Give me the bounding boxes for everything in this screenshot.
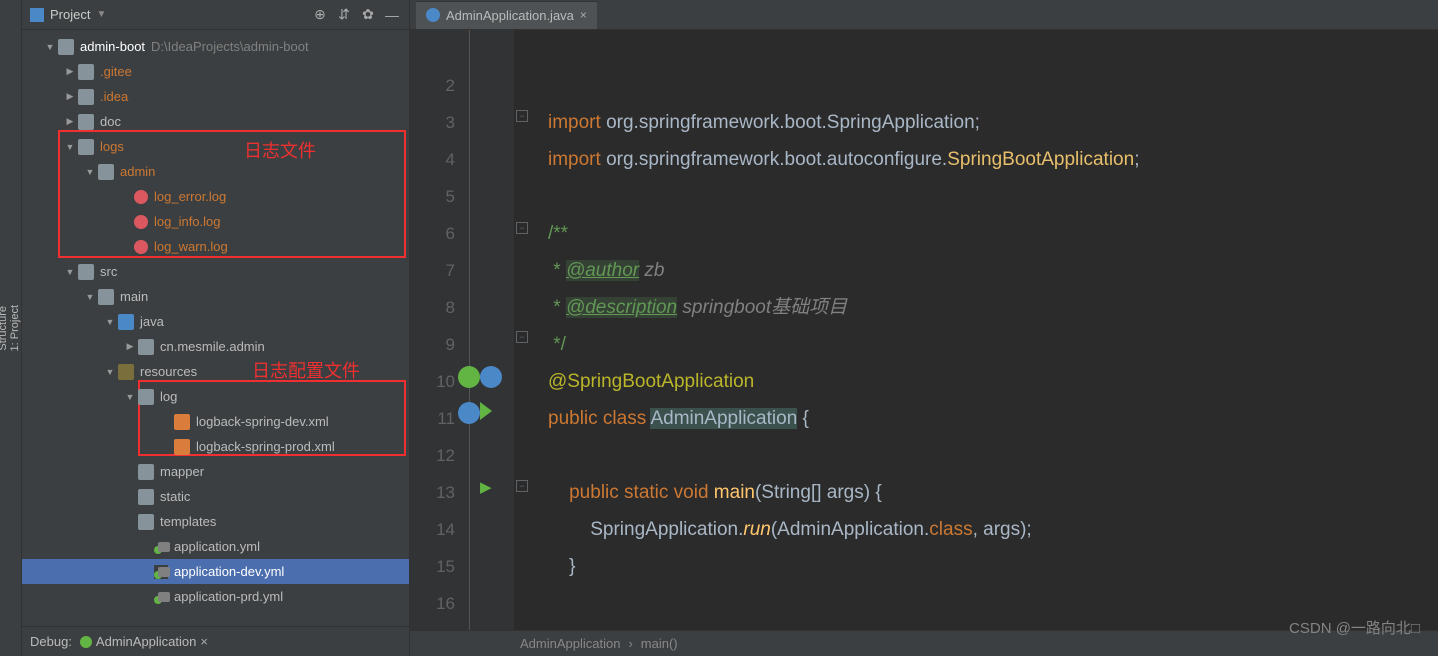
run-config-icon: [80, 636, 92, 648]
folder-icon: [78, 139, 94, 155]
tree-log-info[interactable]: log_info.log: [22, 209, 409, 234]
yml-file-icon: [154, 590, 168, 604]
breadcrumb-bar[interactable]: AdminApplication › main(): [410, 630, 1438, 656]
tree-mapper[interactable]: mapper: [22, 459, 409, 484]
folder-icon: [98, 164, 114, 180]
package-icon: [138, 339, 154, 355]
resources-folder-icon: [118, 364, 134, 380]
locate-icon[interactable]: ⊕: [311, 6, 329, 24]
tree-log-folder[interactable]: log: [22, 384, 409, 409]
tree-admin[interactable]: admin: [22, 159, 409, 184]
watermark: CSDN @一路向北□: [1289, 617, 1420, 638]
line-number-gutter[interactable]: 2345678910111213141516: [410, 30, 470, 630]
hide-icon[interactable]: —: [383, 6, 401, 24]
collapse-icon[interactable]: ⇵: [335, 6, 353, 24]
log-file-icon: [134, 215, 148, 229]
tool-window-rail[interactable]: 1: Project Structure: [0, 0, 22, 656]
tree-doc[interactable]: doc: [22, 109, 409, 134]
debug-run-tab[interactable]: AdminApplication ×: [80, 634, 208, 649]
project-header: Project ▼ ⊕ ⇵ ✿ —: [22, 0, 409, 30]
tree-idea[interactable]: .idea: [22, 84, 409, 109]
tree-app-prd[interactable]: application-prd.yml: [22, 584, 409, 609]
tree-log-error[interactable]: log_error.log: [22, 184, 409, 209]
editor-tabs: AdminApplication.java ×: [410, 0, 1438, 30]
editor-tab-active[interactable]: AdminApplication.java ×: [416, 1, 597, 29]
module-icon: [58, 39, 74, 55]
close-tab-icon[interactable]: ×: [580, 8, 587, 22]
tree-gitee[interactable]: .gitee: [22, 59, 409, 84]
tree-src[interactable]: src: [22, 259, 409, 284]
fold-marker[interactable]: −: [516, 331, 528, 343]
tree-log-warn[interactable]: log_warn.log: [22, 234, 409, 259]
tree-package[interactable]: cn.mesmile.admin: [22, 334, 409, 359]
tree-logs[interactable]: logs: [22, 134, 409, 159]
folder-icon: [138, 514, 154, 530]
debug-label: Debug:: [30, 634, 72, 649]
tree-app-yml[interactable]: application.yml: [22, 534, 409, 559]
yml-file-icon: [154, 540, 168, 554]
xml-file-icon: [174, 439, 190, 455]
tree-resources[interactable]: resources: [22, 359, 409, 384]
folder-icon: [138, 464, 154, 480]
run-icons[interactable]: [458, 402, 492, 424]
spring-icons[interactable]: [458, 366, 502, 388]
tree-app-dev[interactable]: application-dev.yml: [22, 559, 409, 584]
source-folder-icon: [118, 314, 134, 330]
rail-structure[interactable]: Structure: [0, 306, 9, 351]
fold-marker[interactable]: −: [516, 110, 528, 122]
breadcrumb-class[interactable]: AdminApplication: [520, 636, 620, 651]
breadcrumb-method[interactable]: main(): [641, 636, 678, 651]
fold-marker[interactable]: −: [516, 480, 528, 492]
folder-icon: [98, 289, 114, 305]
debug-bar: Debug: AdminApplication ×: [22, 626, 409, 656]
close-icon[interactable]: ×: [200, 634, 208, 649]
project-tool-window: Project ▼ ⊕ ⇵ ✿ — 日志文件 日志配置文件 admin-boot…: [22, 0, 410, 656]
breadcrumb-sep: ›: [628, 636, 632, 651]
folder-icon: [78, 89, 94, 105]
tree-root[interactable]: admin-bootD:\IdeaProjects\admin-boot: [22, 34, 409, 59]
editor-area: AdminApplication.java × 2345678910111213…: [410, 0, 1438, 656]
java-class-icon: [426, 8, 440, 22]
folder-icon: [138, 389, 154, 405]
folder-icon: [138, 489, 154, 505]
tree-templates[interactable]: templates: [22, 509, 409, 534]
tree-logback-prod[interactable]: logback-spring-prod.xml: [22, 434, 409, 459]
tree-main[interactable]: main: [22, 284, 409, 309]
xml-file-icon: [174, 414, 190, 430]
folder-icon: [78, 114, 94, 130]
gear-icon[interactable]: ✿: [359, 6, 377, 24]
log-file-icon: [134, 240, 148, 254]
project-tree[interactable]: 日志文件 日志配置文件 admin-bootD:\IdeaProjects\ad…: [22, 30, 409, 626]
run-line-icon[interactable]: ▶: [480, 478, 492, 496]
folder-icon: [78, 64, 94, 80]
yml-file-icon: [154, 565, 168, 579]
code-content[interactable]: import org.springframework.boot.SpringAp…: [532, 30, 1438, 630]
project-icon: [30, 8, 44, 22]
gutter-icons: ▶: [470, 30, 514, 630]
log-file-icon: [134, 190, 148, 204]
fold-marker[interactable]: −: [516, 222, 528, 234]
tree-logback-dev[interactable]: logback-spring-dev.xml: [22, 409, 409, 434]
fold-column[interactable]: − − − −: [514, 30, 532, 630]
dropdown-icon[interactable]: ▼: [96, 9, 106, 20]
code-editor[interactable]: 2345678910111213141516 ▶ − − − − import …: [410, 30, 1438, 630]
folder-icon: [78, 264, 94, 280]
tree-static[interactable]: static: [22, 484, 409, 509]
project-title[interactable]: Project: [50, 7, 90, 22]
rail-project[interactable]: 1: Project: [9, 305, 21, 351]
tree-java[interactable]: java: [22, 309, 409, 334]
